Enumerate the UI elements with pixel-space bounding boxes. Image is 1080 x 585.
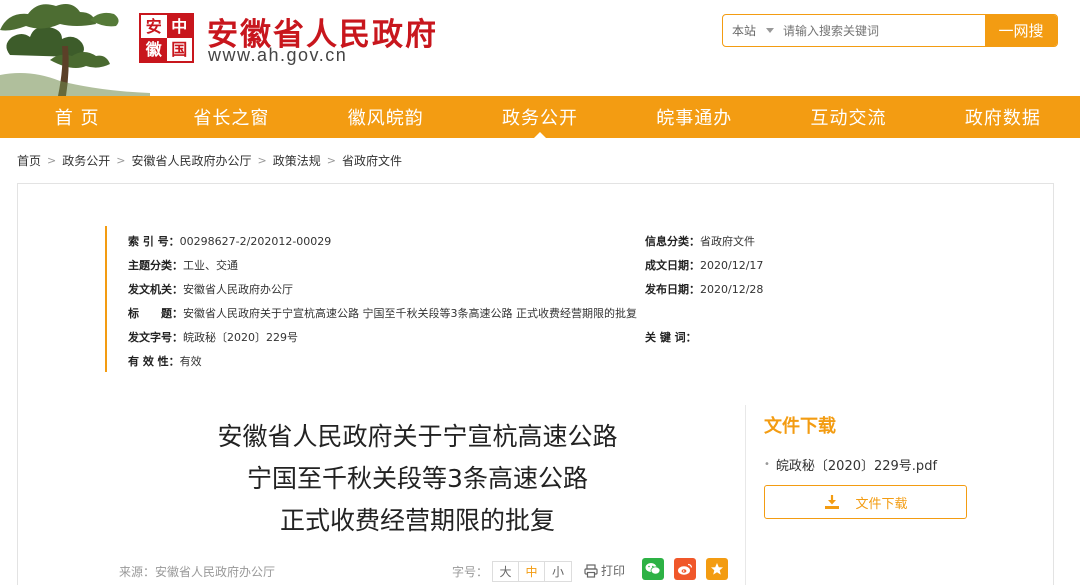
font-size-large-button[interactable]: 大 (493, 562, 520, 581)
chevron-right-icon: > (326, 154, 336, 167)
document-source: 来源：安徽省人民政府办公厅 (119, 565, 276, 579)
meta-value: 安徽省人民政府关于宁宣杭高速公路 宁国至千秋关段等3条高速公路 正式收费经营期限… (183, 307, 637, 320)
font-size-options: 大 中 小 (492, 561, 573, 582)
meta-validity: 有 效 性：有效 (128, 353, 202, 369)
file-download-button[interactable]: 文件下载 (764, 485, 967, 519)
download-icon (825, 495, 840, 509)
meta-title: 标 题：安徽省人民政府关于宁宣杭高速公路 宁国至千秋关段等3条高速公路 正式收费… (128, 305, 637, 321)
print-label: 打印 (601, 564, 626, 578)
breadcrumb-link[interactable]: 政策法规 (273, 152, 321, 169)
search-scope-select[interactable]: 本站 (723, 22, 783, 39)
meta-keywords: 关 键 词： (645, 329, 697, 345)
meta-label: 发文字号： (128, 331, 183, 344)
pine-tree-logo (0, 4, 150, 96)
wechat-icon (645, 563, 661, 575)
download-file-name: 皖政秘〔2020〕229号.pdf (775, 459, 938, 474)
meta-published: 发布日期：2020/12/28 (645, 281, 763, 297)
bullet-icon: • (764, 459, 770, 470)
meta-label: 索 引 号： (128, 235, 180, 248)
meta-value: 省政府文件 (700, 235, 755, 248)
chevron-right-icon: > (47, 154, 57, 167)
meta-value: 皖政秘〔2020〕229号 (183, 331, 298, 344)
meta-label: 发布日期： (645, 283, 700, 296)
font-size-control: 字号： 大 中 小 (452, 561, 573, 582)
weibo-share-button[interactable] (674, 558, 696, 580)
search-bar: 本站 一网搜 (722, 14, 1058, 47)
document-title-line: 安徽省人民政府关于宁宣杭高速公路 (217, 422, 618, 451)
breadcrumb-link[interactable]: 政务公开 (62, 152, 110, 169)
document-title-line: 正式收费经营期限的批复 (279, 506, 555, 535)
meta-label: 信息分类： (645, 235, 700, 248)
favorite-button[interactable] (706, 558, 728, 580)
meta-label: 有 效 性： (128, 355, 180, 368)
panel-divider (745, 405, 746, 585)
search-button[interactable]: 一网搜 (985, 15, 1057, 46)
meta-index: 索 引 号：00298627-2/202012-00029 (128, 233, 331, 249)
meta-docno: 发文字号：皖政秘〔2020〕229号 (128, 329, 298, 345)
file-download-label: 文件下载 (855, 496, 908, 512)
meta-value: 2020/12/28 (700, 283, 764, 296)
meta-label: 发文机关： (128, 283, 183, 296)
meta-value: 有效 (179, 355, 202, 368)
emblem-seal: 安 中 徽 国 (139, 13, 194, 63)
font-size-medium-button[interactable]: 中 (519, 562, 546, 581)
seal-char: 安 (145, 16, 162, 36)
search-input[interactable] (783, 15, 985, 46)
breadcrumb: 首页 > 政务公开 > 安徽省人民政府办公厅 > 政策法规 > 省政府文件 (17, 152, 402, 169)
meta-value: 2020/12/17 (700, 259, 764, 272)
nav-item-interaction[interactable]: 互动交流 (771, 96, 925, 138)
printer-icon (584, 563, 598, 578)
print-button[interactable]: 打印 (584, 562, 625, 579)
meta-label: 主题分类： (128, 259, 183, 272)
meta-label: 关 键 词： (645, 331, 697, 344)
meta-created: 成文日期：2020/12/17 (645, 257, 763, 273)
seal-char: 国 (171, 39, 188, 59)
site-header: 安 中 徽 国 安徽省人民政府 www.ah.gov.cn 本站 一网搜 (0, 0, 1080, 96)
seal-char: 徽 (141, 38, 167, 61)
main-nav: 首 页 省长之窗 徽风皖韵 政务公开 皖事通办 互动交流 政府数据 (0, 96, 1080, 138)
meta-value: 00298627-2/202012-00029 (179, 235, 332, 248)
meta-label: 标 题： (128, 307, 183, 320)
weibo-icon (678, 563, 693, 575)
nav-item-gov-data[interactable]: 政府数据 (926, 96, 1080, 138)
document-title: 安徽省人民政府关于宁宣杭高速公路 宁国至千秋关段等3条高速公路 正式收费经营期限… (150, 416, 685, 542)
breadcrumb-link[interactable]: 省政府文件 (342, 152, 402, 169)
nav-item-governor[interactable]: 省长之窗 (154, 96, 308, 138)
nav-item-services[interactable]: 皖事通办 (617, 96, 771, 138)
download-file-link[interactable]: • 皖政秘〔2020〕229号.pdf (764, 455, 937, 474)
nav-item-home[interactable]: 首 页 (0, 96, 154, 138)
font-size-label: 字号： (452, 565, 489, 579)
meta-issuer: 发文机关：安徽省人民政府办公厅 (128, 281, 293, 297)
seal-char: 中 (166, 15, 192, 38)
breadcrumb-link[interactable]: 首页 (17, 152, 41, 169)
meta-category: 信息分类：省政府文件 (645, 233, 755, 249)
site-domain: www.ah.gov.cn (208, 45, 348, 65)
chevron-right-icon: > (116, 154, 126, 167)
meta-label: 成文日期： (645, 259, 700, 272)
download-heading: 文件下载 (764, 416, 836, 437)
wechat-share-button[interactable] (642, 558, 664, 580)
document-title-line: 宁国至千秋关段等3条高速公路 (247, 464, 588, 493)
font-size-small-button[interactable]: 小 (545, 562, 571, 581)
chevron-right-icon: > (257, 154, 267, 167)
nav-item-culture[interactable]: 徽风皖韵 (309, 96, 463, 138)
meta-topic: 主题分类：工业、交通 (128, 257, 238, 273)
search-scope-label: 本站 (732, 24, 757, 38)
star-icon (711, 563, 723, 575)
nav-item-gov-affairs[interactable]: 政务公开 (463, 96, 617, 138)
meta-value: 安徽省人民政府办公厅 (183, 283, 293, 296)
meta-value: 工业、交通 (183, 259, 238, 272)
breadcrumb-link[interactable]: 安徽省人民政府办公厅 (131, 152, 251, 169)
chevron-down-icon (766, 28, 775, 33)
